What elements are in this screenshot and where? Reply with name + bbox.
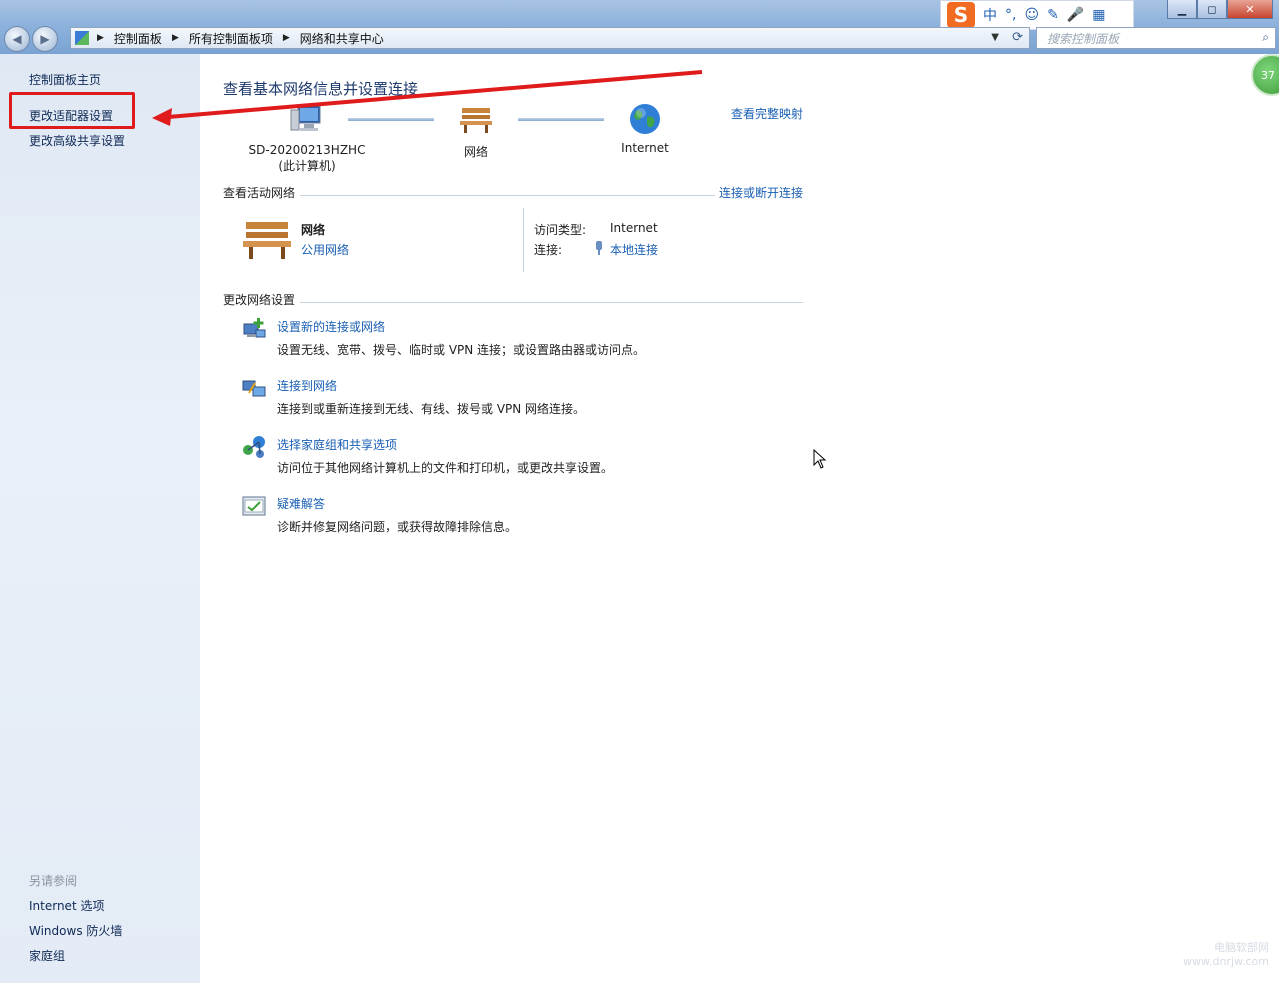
new-connection-icon — [243, 318, 266, 338]
troubleshoot-icon — [242, 496, 266, 516]
refresh-icon[interactable]: ⟳ — [1012, 30, 1023, 45]
address-bar[interactable]: ▶ 控制面板 ▶ 所有控制面板项 ▶ 网络和共享中心 ▼ ⟳ — [70, 27, 1030, 49]
map-network[interactable]: 网络 — [446, 104, 506, 160]
connection-label: 连接: — [534, 243, 563, 257]
local-connection-link[interactable]: 本地连接 — [610, 241, 658, 258]
ime-punctuation-icon[interactable]: °, — [1005, 7, 1016, 23]
breadcrumb-separator-icon: ▶ — [171, 33, 179, 43]
breadcrumb-network-center[interactable]: 网络和共享中心 — [300, 30, 384, 47]
sidebar-item-advanced-sharing[interactable]: 更改高级共享设置 — [29, 132, 125, 149]
change-settings-heading: 更改网络设置 — [223, 293, 296, 307]
network-type-link[interactable]: 公用网络 — [301, 241, 349, 258]
control-panel-icon — [75, 31, 89, 45]
breadcrumb-control-panel[interactable]: 控制面板 — [114, 30, 162, 47]
task-setup-connection-link[interactable]: 设置新的连接或网络 — [277, 318, 385, 335]
map-connector-line — [518, 118, 604, 121]
connect-network-icon — [242, 380, 266, 397]
watermark-line1: 电脑软部网 — [1214, 941, 1269, 954]
vertical-divider — [523, 208, 524, 272]
computer-sub-label: (此计算机) — [278, 159, 336, 173]
back-button[interactable]: ◀ — [4, 26, 30, 52]
forward-arrow-icon: ▶ — [40, 32, 50, 46]
connect-disconnect-link[interactable]: 连接或断开连接 — [719, 184, 803, 201]
ethernet-icon — [594, 240, 604, 259]
window-controls: ▁ ◻ ✕ — [1167, 0, 1273, 19]
main-content: 查看基本网络信息并设置连接 查看完整映射 SD-20200213HZHC (此计… — [200, 54, 1279, 983]
active-network-heading: 查看活动网络 — [223, 186, 296, 200]
navigation-bar: ◀ ▶ ▶ 控制面板 ▶ 所有控制面板项 ▶ 网络和共享中心 ▼ ⟳ 搜索控制面… — [0, 24, 1279, 52]
close-button[interactable]: ✕ — [1227, 0, 1273, 19]
active-network-name: 网络 — [301, 223, 326, 237]
search-placeholder: 搜索控制面板 — [1047, 31, 1120, 46]
map-network-label: 网络 — [463, 145, 488, 159]
search-input[interactable]: 搜索控制面板 ⌕ — [1036, 27, 1276, 49]
sidebar-item-internet-options[interactable]: Internet 选项 — [29, 897, 104, 914]
maximize-button[interactable]: ◻ — [1197, 0, 1227, 19]
task-homegroup-link[interactable]: 选择家庭组和共享选项 — [277, 436, 397, 453]
back-arrow-icon: ◀ — [12, 32, 22, 46]
ime-voice-icon[interactable]: 🎤 — [1067, 7, 1084, 23]
map-computer[interactable]: SD-20200213HZHC (此计算机) — [242, 104, 372, 174]
breadcrumb-separator-icon: ▶ — [97, 33, 104, 43]
ime-chinese-mode[interactable]: 中 — [983, 5, 997, 25]
task-setup-connection-desc: 设置无线、宽带、拨号、临时或 VPN 连接；或设置路由器或访问点。 — [277, 343, 646, 357]
ime-menu-icon[interactable]: ▦ — [1092, 7, 1105, 23]
breadcrumb-all-items[interactable]: 所有控制面板项 — [189, 30, 273, 47]
access-type-label: 访问类型: — [534, 223, 587, 237]
mouse-cursor-icon — [813, 449, 827, 469]
search-icon[interactable]: ⌕ — [1262, 30, 1269, 45]
sidebar-item-home[interactable]: 控制面板主页 — [29, 71, 101, 88]
access-type-value: Internet — [610, 221, 658, 235]
task-troubleshoot-desc: 诊断并修复网络问题，或获得故障排除信息。 — [277, 520, 518, 534]
view-full-map-link[interactable]: 查看完整映射 — [731, 105, 803, 122]
bench-icon — [460, 108, 492, 133]
homegroup-sharing-icon — [243, 436, 265, 458]
sidebar-item-change-adapter[interactable]: 更改适配器设置 — [29, 107, 113, 124]
task-connect-network-desc: 连接到或重新连接到无线、有线、拨号或 VPN 网络连接。 — [277, 402, 586, 416]
ime-emoji-icon[interactable]: ☺ — [1024, 7, 1039, 23]
sidebar-item-homegroup[interactable]: 家庭组 — [29, 947, 65, 964]
forward-button[interactable]: ▶ — [32, 26, 58, 52]
sidebar: 控制面板主页 更改适配器设置 更改高级共享设置 另请参阅 Internet 选项… — [0, 54, 200, 983]
section-divider — [300, 195, 715, 196]
watermark: 电脑软部网 www.dnrjw.com — [1183, 941, 1269, 969]
sidebar-item-firewall[interactable]: Windows 防火墙 — [29, 922, 122, 939]
ime-handwrite-icon[interactable]: ✎ — [1047, 7, 1059, 23]
minimize-button[interactable]: ▁ — [1167, 0, 1197, 19]
section-divider — [300, 302, 803, 303]
map-connector-line — [348, 118, 434, 121]
see-also-heading: 另请参阅 — [29, 874, 78, 888]
task-troubleshoot-link[interactable]: 疑难解答 — [277, 495, 325, 512]
computer-icon — [290, 105, 321, 131]
task-homegroup-desc: 访问位于其他网络计算机上的文件和打印机，或更改共享设置。 — [277, 461, 614, 475]
map-internet[interactable]: Internet — [610, 102, 680, 155]
bench-icon — [243, 222, 291, 259]
address-dropdown-icon[interactable]: ▼ — [991, 32, 999, 43]
map-internet-label: Internet — [621, 141, 669, 155]
task-connect-network-link[interactable]: 连接到网络 — [277, 377, 337, 394]
computer-name: SD-20200213HZHC — [248, 143, 366, 157]
globe-icon — [630, 104, 660, 134]
watermark-line2: www.dnrjw.com — [1183, 955, 1269, 968]
breadcrumb-separator-icon: ▶ — [282, 33, 290, 43]
page-title: 查看基本网络信息并设置连接 — [223, 80, 419, 98]
